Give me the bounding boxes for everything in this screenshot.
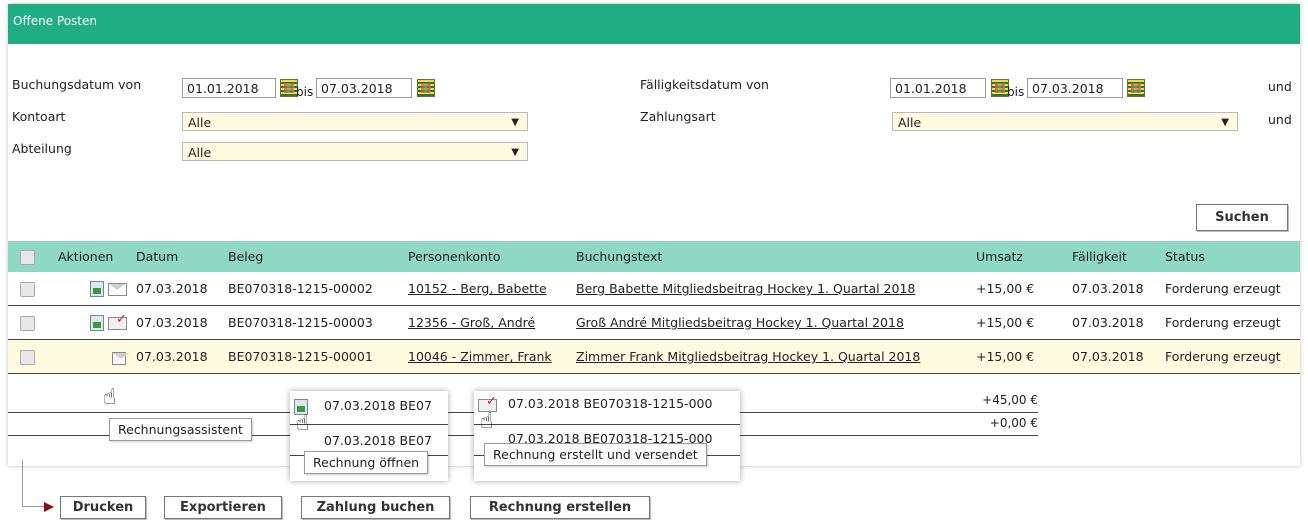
row-status: Forderung erzeugt [1165,272,1300,306]
bracket-line [22,506,44,507]
panel-title: Offene Posten [13,14,97,28]
hand-cursor-icon: ☝ [103,385,117,410]
popup-row-text: 07.03.2018 BE070318-1215-000 [508,396,713,411]
row-faelligkeit: 07.03.2018 [1072,305,1165,340]
und-label: und [1268,79,1292,94]
buchungsdatum-label: Buchungsdatum von [12,77,142,92]
row-faelligkeit: 07.03.2018 [1072,339,1165,374]
table-row: 07.03.2018 BE070318-1215-00002 10152 - B… [8,272,1300,306]
abteilung-select[interactable]: Alle ▼ [182,142,528,161]
row-umsatz: +15,00 € [976,339,1072,374]
zahlung-buchen-button[interactable]: Zahlung buchen [301,496,450,519]
col-faelligkeit[interactable]: Fälligkeit [1072,241,1165,272]
buchungsdatum-from-input[interactable]: 01.01.2018 [182,78,276,98]
col-personenkonto[interactable]: Personenkonto [408,241,576,272]
row-beleg: BE070318-1215-00003 [228,305,408,340]
col-aktionen: Aktionen [58,241,136,272]
col-datum[interactable]: Datum [136,241,228,272]
tooltip-rechnungsassistent: Rechnungsassistent [109,418,252,441]
calendar-icon[interactable] [417,79,435,97]
row-checkbox[interactable] [20,315,35,331]
row-status: Forderung erzeugt [1165,339,1300,374]
kontoart-label: Kontoart [12,109,66,124]
row-personenkonto-link[interactable]: 10046 - Zimmer, Frank [408,339,576,374]
drucken-button[interactable]: Drucken [60,496,146,519]
hand-cursor-icon: ☝ [296,411,310,436]
popup-row-text: 07.03.2018 BE07 [324,433,432,448]
und-label: und [1268,112,1292,127]
rechnungsassistent-icon[interactable] [112,352,129,365]
row-umsatz: +15,00 € [976,305,1072,340]
row-datum: 07.03.2018 [136,339,228,374]
table-row: 07.03.2018 BE070318-1215-00003 12356 - G… [8,305,1300,340]
col-umsatz[interactable]: Umsatz [976,241,1072,272]
row-beleg: BE070318-1215-00002 [228,272,408,306]
invoice-document-icon[interactable] [90,281,104,297]
dropdown-arrow-icon: ▼ [511,147,519,158]
row-checkbox[interactable] [20,281,35,297]
envelope-sent-icon[interactable] [108,312,127,330]
table-header-row: Aktionen Datum Beleg Personenkonto Buchu… [8,241,1300,272]
search-button[interactable]: Suchen [1196,204,1288,231]
rechnung-versendet-popup: 07.03.2018 BE070318-1215-000 07.03.2018 … [474,391,740,481]
col-beleg[interactable]: Beleg [228,241,408,272]
row-checkbox[interactable] [20,349,35,365]
abteilung-label: Abteilung [12,141,72,156]
bis-label: bis [296,85,314,99]
zahlungsart-value: Alle [898,115,922,130]
row-datum: 07.03.2018 [136,272,228,306]
envelope-icon[interactable] [108,283,127,296]
row-personenkonto-link[interactable]: 10152 - Berg, Babette [408,272,576,306]
zahlungsart-label: Zahlungsart [640,109,716,124]
faelligkeit-from-input[interactable]: 01.01.2018 [890,78,986,98]
row-datum: 07.03.2018 [136,305,228,340]
kontoart-select[interactable]: Alle ▼ [182,112,528,131]
tooltip-rechnung-oeffnen: Rechnung öffnen [304,451,429,474]
calendar-icon[interactable] [1127,79,1145,97]
panel-titlebar: Offene Posten [8,4,1300,44]
tooltip-rechnung-versendet: Rechnung erstellt und versendet [484,443,707,466]
select-all-checkbox[interactable] [20,249,35,265]
dropdown-arrow-icon: ▼ [511,117,519,128]
faelligkeit-label: Fälligkeitsdatum von [640,77,769,92]
faelligkeit-to-input[interactable]: 07.03.2018 [1027,78,1123,98]
popup-row-text: 07.03.2018 BE07 [324,398,432,413]
abteilung-value: Alle [188,145,212,160]
offene-posten-table: Aktionen Datum Beleg Personenkonto Buchu… [8,241,1300,374]
row-buchungstext-link[interactable]: Zimmer Frank Mitgliedsbeitrag Hockey 1. … [576,339,976,374]
rechnung-erstellen-button[interactable]: Rechnung erstellen [470,496,650,519]
hand-cursor-icon: ☝ [480,409,494,434]
arrow-right-icon [44,502,54,512]
row-beleg: BE070318-1215-00001 [228,339,408,374]
row-status: Forderung erzeugt [1165,305,1300,340]
row-faelligkeit: 07.03.2018 [1072,272,1165,306]
col-buchungstext[interactable]: Buchungstext [576,241,976,272]
buchungsdatum-to-input[interactable]: 07.03.2018 [316,78,412,98]
table-row: 07.03.2018 BE070318-1215-00001 10046 - Z… [8,339,1300,374]
sum-value: +45,00 € [982,393,1038,407]
row-umsatz: +15,00 € [976,272,1072,306]
dropdown-arrow-icon: ▼ [1221,117,1229,128]
sum-value: +0,00 € [989,416,1038,430]
rechnung-oeffnen-popup: 07.03.2018 BE07 07.03.2018 BE07 ☝ Rechnu… [290,391,448,481]
col-status[interactable]: Status [1165,241,1300,272]
bracket-line [22,460,23,507]
row-personenkonto-link[interactable]: 12356 - Groß, André [408,305,576,340]
invoice-document-icon[interactable] [90,315,104,331]
zahlungsart-select[interactable]: Alle ▼ [892,112,1238,131]
row-buchungstext-link[interactable]: Berg Babette Mitgliedsbeitrag Hockey 1. … [576,272,976,306]
row-buchungstext-link[interactable]: Groß André Mitgliedsbeitrag Hockey 1. Qu… [576,305,976,340]
bis-label: bis [1007,85,1025,99]
exportieren-button[interactable]: Exportieren [164,496,282,519]
kontoart-value: Alle [188,115,212,130]
